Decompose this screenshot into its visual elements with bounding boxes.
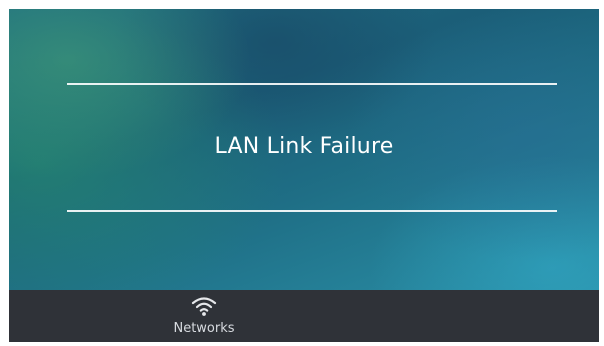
networks-tab[interactable]: Networks xyxy=(159,290,249,342)
device-display: LAN Link Failure Networks xyxy=(9,9,599,342)
wifi-icon xyxy=(191,295,217,317)
networks-tab-label: Networks xyxy=(173,321,235,336)
status-message: LAN Link Failure xyxy=(214,134,394,159)
top-divider xyxy=(67,83,557,85)
status-screen: LAN Link Failure xyxy=(9,9,599,290)
bottom-divider xyxy=(67,210,557,212)
bottom-navigation-bar: Networks xyxy=(9,290,599,342)
